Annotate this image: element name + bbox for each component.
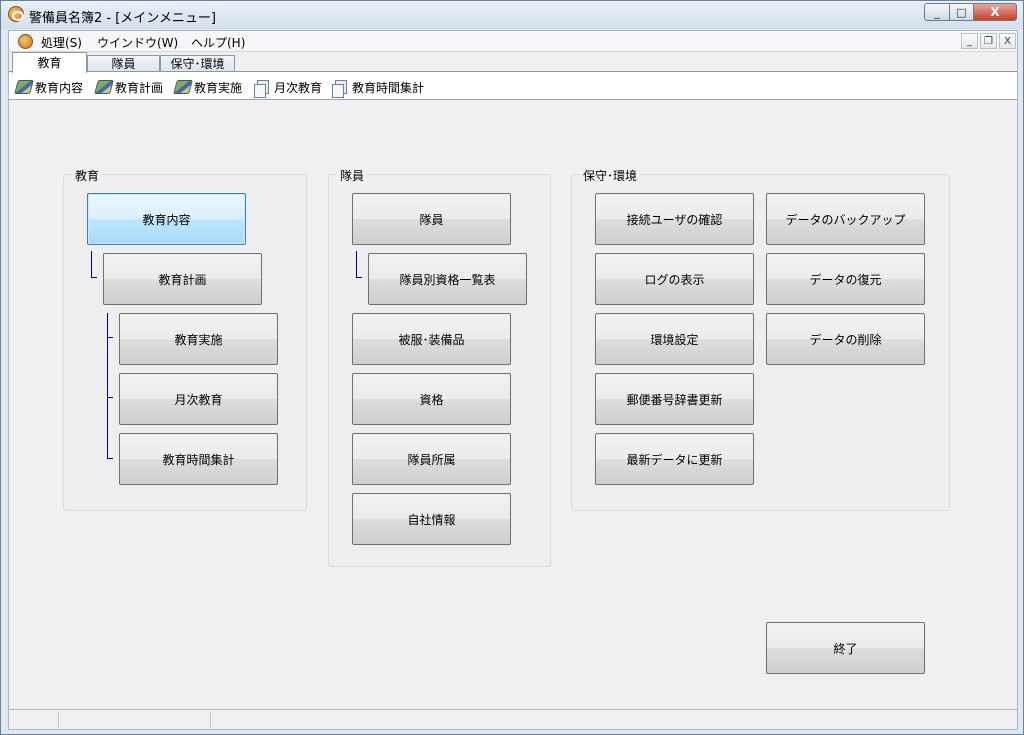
toolbar-education-content[interactable]: 教育内容 [14, 78, 84, 96]
tree-connector [356, 277, 362, 278]
tab-strip: 教育 隊員 保守･環境 [9, 52, 1017, 73]
tree-connector [107, 397, 113, 398]
toolbar-label: 教育時間集計 [352, 80, 425, 95]
toolbar-education-hours[interactable]: 教育時間集計 [332, 78, 425, 98]
book-icon [173, 80, 193, 94]
environment-settings-button[interactable]: 環境設定 [595, 313, 754, 365]
show-log-button[interactable]: ログの表示 [595, 253, 754, 305]
toolbar-education-execution[interactable]: 教育実施 [173, 78, 243, 96]
restore-icon: ❐ [984, 35, 993, 47]
toolbar-label: 教育実施 [194, 80, 243, 95]
monthly-education-button[interactable]: 月次教育 [119, 373, 278, 425]
status-bar [9, 709, 1017, 729]
qualifications-button[interactable]: 資格 [352, 373, 511, 425]
close-button[interactable]: X [973, 3, 1017, 21]
status-pane [11, 712, 59, 728]
minimize-icon: _ [934, 5, 940, 19]
mdi-restore-button[interactable]: ❐ [980, 33, 997, 49]
tree-connector [107, 337, 113, 338]
main-menu-area: 教育 教育内容 教育計画 教育実施 月次教育 教育時間集計 隊員 隊員 隊員別資… [9, 101, 1017, 709]
restore-data-button[interactable]: データの復元 [766, 253, 925, 305]
document-icon [332, 80, 347, 98]
clothing-equipment-button[interactable]: 被服･装備品 [352, 313, 511, 365]
maximize-icon: □ [956, 5, 967, 19]
close-icon: X [1004, 35, 1011, 47]
member-qualifications-list-button[interactable]: 隊員別資格一覧表 [368, 253, 527, 305]
education-content-button[interactable]: 教育内容 [87, 193, 246, 245]
education-execution-button[interactable]: 教育実施 [119, 313, 278, 365]
exit-button[interactable]: 終了 [766, 622, 925, 674]
group-title-members: 隊員 [337, 167, 368, 184]
maximize-button[interactable]: □ [949, 3, 974, 21]
tree-connector [91, 277, 97, 278]
delete-data-button[interactable]: データの削除 [766, 313, 925, 365]
education-plan-button[interactable]: 教育計画 [103, 253, 262, 305]
company-info-button[interactable]: 自社情報 [352, 493, 511, 545]
tree-connector [107, 458, 113, 459]
backup-data-button[interactable]: データのバックアップ [766, 193, 925, 245]
mdi-minimize-button[interactable]: _ [961, 33, 978, 49]
document-icon [254, 80, 269, 98]
tree-connector [107, 313, 108, 459]
minimize-icon: _ [967, 35, 972, 47]
tree-connector [356, 251, 357, 277]
application-window: 警備員名簿2 - [メインメニュー] _ □ X 処理(S) ウインドウ(W) … [0, 0, 1024, 735]
check-connected-users-button[interactable]: 接続ユーザの確認 [595, 193, 754, 245]
update-latest-data-button[interactable]: 最新データに更新 [595, 433, 754, 485]
toolbar-label: 教育計画 [115, 80, 164, 95]
app-icon[interactable] [8, 6, 24, 22]
tab-members[interactable]: 隊員 [87, 55, 160, 72]
menu-process[interactable]: 処理(S) [39, 33, 84, 52]
menu-bar: 処理(S) ウインドウ(W) ヘルプ(H) _ ❐ X [9, 31, 1017, 52]
title-bar[interactable]: 警備員名簿2 - [メインメニュー] _ □ X [1, 1, 1023, 29]
status-pane [61, 712, 211, 728]
menu-window[interactable]: ウインドウ(W) [95, 33, 180, 52]
toolbar-education-plan[interactable]: 教育計画 [94, 78, 164, 96]
book-icon [94, 80, 114, 94]
toolbar-monthly-education[interactable]: 月次教育 [254, 78, 323, 98]
education-hours-button[interactable]: 教育時間集計 [119, 433, 278, 485]
client-area: 処理(S) ウインドウ(W) ヘルプ(H) _ ❐ X 教育 隊員 保守･環境 … [8, 30, 1018, 730]
group-title-education: 教育 [72, 167, 103, 184]
mdi-close-button[interactable]: X [999, 33, 1016, 49]
book-icon [14, 80, 34, 94]
menu-help[interactable]: ヘルプ(H) [189, 33, 247, 52]
toolbar: 教育内容 教育計画 教育実施 月次教育 教育時間集計 [9, 71, 1017, 100]
close-icon: X [990, 5, 1000, 19]
minimize-button[interactable]: _ [924, 3, 950, 21]
update-postal-dictionary-button[interactable]: 郵便番号辞書更新 [595, 373, 754, 425]
mdi-app-icon[interactable] [18, 34, 33, 49]
tree-connector [91, 251, 92, 277]
tab-maintenance[interactable]: 保守･環境 [160, 55, 235, 72]
toolbar-label: 月次教育 [274, 80, 323, 95]
group-title-maintenance: 保守･環境 [580, 167, 641, 184]
tab-education[interactable]: 教育 [12, 52, 87, 73]
toolbar-label: 教育内容 [35, 80, 84, 95]
member-affiliation-button[interactable]: 隊員所属 [352, 433, 511, 485]
window-title: 警備員名簿2 - [メインメニュー] [29, 11, 216, 26]
members-button[interactable]: 隊員 [352, 193, 511, 245]
